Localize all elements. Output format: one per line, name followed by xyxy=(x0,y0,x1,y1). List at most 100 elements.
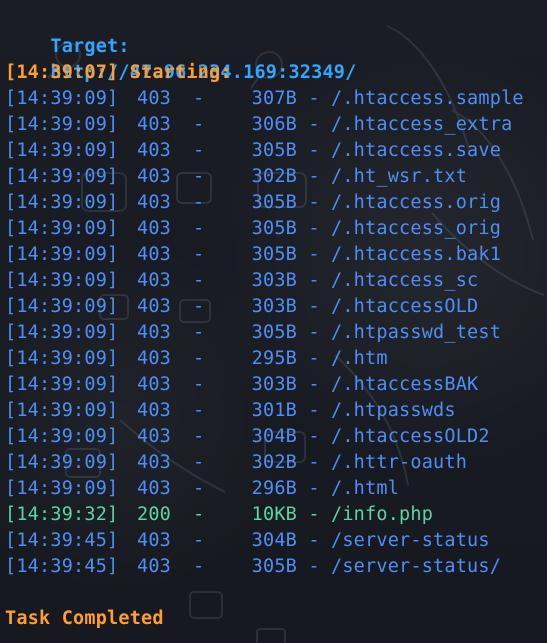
separator-dash: - xyxy=(308,88,320,109)
result-path: /info.php xyxy=(331,504,434,525)
timestamp: [14:39:09] xyxy=(5,296,119,317)
separator-dash: - xyxy=(308,192,320,213)
separator-dash: - xyxy=(308,478,320,499)
status-code: 403 xyxy=(137,218,172,239)
separator-dash: - xyxy=(308,296,320,317)
result-row: [14:39:09] 403-304B -/.htaccessOLD2 xyxy=(5,424,490,450)
separator-dash: - xyxy=(308,452,320,473)
timestamp: [14:39:32] xyxy=(5,504,119,525)
result-row: [14:39:09] 403-303B -/.htaccessBAK xyxy=(5,372,478,398)
response-size: 296B xyxy=(251,478,297,499)
timestamp: [14:39:09] xyxy=(5,140,119,161)
result-row: [14:39:09] 403-305B -/.htaccess.save xyxy=(5,138,501,164)
target-line: Target: http://47.96.234.169:32349/ xyxy=(5,8,356,83)
response-size: 10KB xyxy=(251,504,297,525)
response-size: 302B xyxy=(251,452,297,473)
result-row: [14:39:45] 403-304B -/server-status xyxy=(5,528,490,554)
response-size: 304B xyxy=(251,426,297,447)
response-size: 305B xyxy=(251,218,297,239)
separator-dash: - xyxy=(193,88,205,109)
separator-dash: - xyxy=(193,140,205,161)
timestamp: [14:39:09] xyxy=(5,452,119,473)
response-size: 305B xyxy=(251,192,297,213)
timestamp: [14:39:09] xyxy=(5,348,119,369)
separator-dash: - xyxy=(193,504,205,525)
timestamp: [14:39:09] xyxy=(5,270,119,291)
separator-dash: - xyxy=(308,244,320,265)
separator-dash: - xyxy=(193,270,205,291)
status-code: 403 xyxy=(137,374,172,395)
timestamp: [14:39:09] xyxy=(5,114,119,135)
result-path: /.htpasswds xyxy=(331,400,456,421)
result-path: /.htaccess_orig xyxy=(331,218,502,239)
status-code: 403 xyxy=(137,270,172,291)
timestamp: [14:39:09] xyxy=(5,426,119,447)
result-row: [14:39:09] 403-305B -/.htaccess_orig xyxy=(5,216,501,242)
separator-dash: - xyxy=(193,322,205,343)
result-path: /server-status xyxy=(331,530,490,551)
status-code: 403 xyxy=(137,530,172,551)
result-path: /.htaccess.bak1 xyxy=(331,244,502,265)
result-row: [14:39:09] 403-301B -/.htpasswds xyxy=(5,398,456,424)
starting-line: [14:39:07] Starting: xyxy=(5,62,232,83)
separator-dash: - xyxy=(308,114,320,135)
result-row: [14:39:09] 403-305B -/.htaccess.orig xyxy=(5,190,501,216)
separator-dash: - xyxy=(193,400,205,421)
response-size: 301B xyxy=(251,400,297,421)
result-row: [14:39:09] 403-302B -/.httr-oauth xyxy=(5,450,467,476)
separator-dash: - xyxy=(308,218,320,239)
status-code: 403 xyxy=(137,322,172,343)
result-path: /server-status/ xyxy=(331,556,502,577)
separator-dash: - xyxy=(308,166,320,187)
result-path: /.html xyxy=(331,478,400,499)
status-code: 403 xyxy=(137,192,172,213)
separator-dash: - xyxy=(193,452,205,473)
result-row: [14:39:45] 403-305B -/server-status/ xyxy=(5,554,501,580)
separator-dash: - xyxy=(193,114,205,135)
target-label: Target: xyxy=(50,36,130,57)
timestamp: [14:39:09] xyxy=(5,374,119,395)
separator-dash: - xyxy=(193,192,205,213)
result-path: /.htaccessBAK xyxy=(331,374,479,395)
status-code: 403 xyxy=(137,114,172,135)
separator-dash: - xyxy=(308,374,320,395)
separator-dash: - xyxy=(193,556,205,577)
separator-dash: - xyxy=(308,322,320,343)
status-code: 403 xyxy=(137,296,172,317)
status-code: 403 xyxy=(137,556,172,577)
result-row: [14:39:09] 403-303B -/.htaccessOLD xyxy=(5,294,478,320)
result-row: [14:39:09] 403-305B -/.htpasswd_test xyxy=(5,320,501,346)
separator-dash: - xyxy=(308,426,320,447)
response-size: 307B xyxy=(251,88,297,109)
terminal-window: Target: http://47.96.234.169:32349/ [14:… xyxy=(0,0,547,643)
separator-dash: - xyxy=(193,348,205,369)
response-size: 305B xyxy=(251,322,297,343)
status-code: 403 xyxy=(137,426,172,447)
separator-dash: - xyxy=(193,530,205,551)
response-size: 303B xyxy=(251,374,297,395)
timestamp: [14:39:09] xyxy=(5,218,119,239)
separator-dash: - xyxy=(193,426,205,447)
status-code: 403 xyxy=(137,348,172,369)
result-row: [14:39:09] 403-306B -/.htaccess_extra xyxy=(5,112,512,138)
status-code: 403 xyxy=(137,244,172,265)
result-path: /.httr-oauth xyxy=(331,452,468,473)
separator-dash: - xyxy=(193,218,205,239)
result-row: [14:39:32] 200-10KB -/info.php xyxy=(5,502,433,528)
response-size: 305B xyxy=(251,556,297,577)
separator-dash: - xyxy=(193,478,205,499)
timestamp: [14:39:09] xyxy=(5,478,119,499)
timestamp: [14:39:09] xyxy=(5,192,119,213)
status-code: 403 xyxy=(137,88,172,109)
result-row: [14:39:09] 403-302B -/.ht_wsr.txt xyxy=(5,164,467,190)
result-path: /.htaccessOLD2 xyxy=(331,426,490,447)
response-size: 305B xyxy=(251,244,297,265)
timestamp: [14:39:09] xyxy=(5,166,119,187)
separator-dash: - xyxy=(308,348,320,369)
completion-message: Task Completed xyxy=(5,608,164,629)
result-path: /.htaccess_extra xyxy=(331,114,513,135)
result-path: /.htpasswd_test xyxy=(331,322,502,343)
result-path: /.ht_wsr.txt xyxy=(331,166,468,187)
separator-dash: - xyxy=(308,556,320,577)
timestamp: [14:39:45] xyxy=(5,530,119,551)
